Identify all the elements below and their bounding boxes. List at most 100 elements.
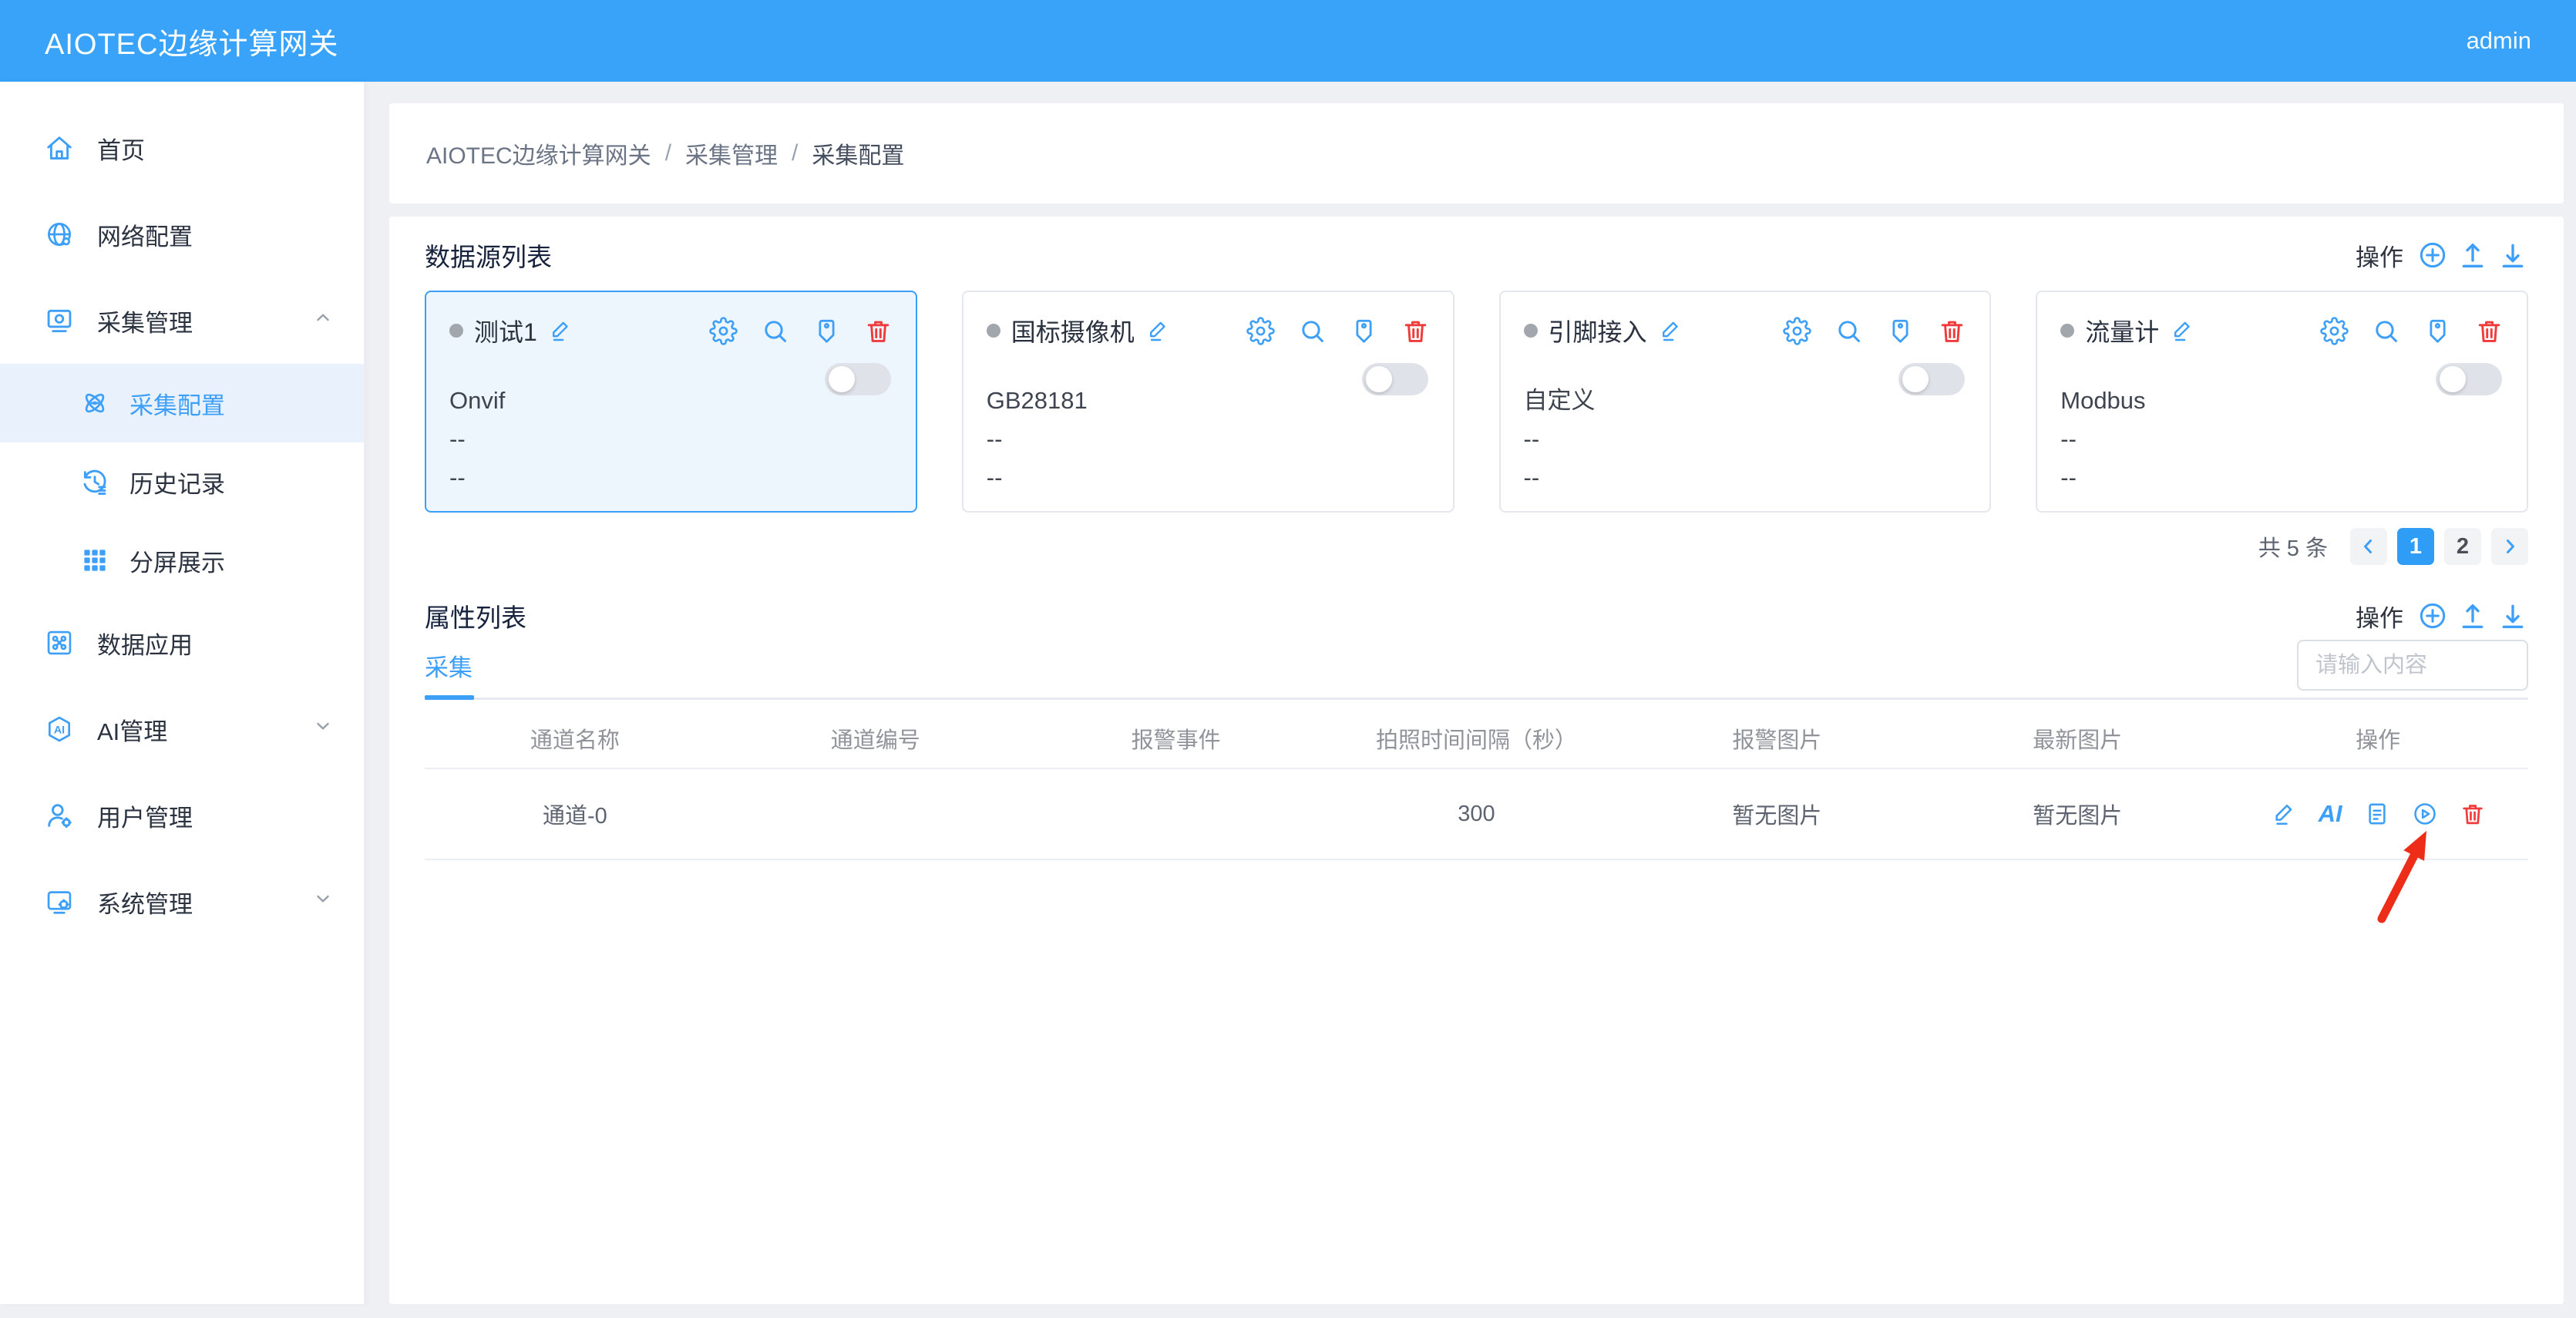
breadcrumb-item[interactable]: 采集管理 — [685, 136, 778, 170]
tab-collection[interactable]: 采集 — [425, 633, 472, 698]
delete-icon[interactable] — [1938, 317, 1966, 345]
search-icon[interactable] — [761, 317, 789, 345]
grid-icon — [80, 546, 109, 575]
attributes-ops: 操作 — [2356, 599, 2528, 634]
delete-icon[interactable] — [864, 317, 893, 345]
tag-icon[interactable] — [812, 317, 841, 345]
sidebar-item-split-screen[interactable]: 分屏展示 — [0, 521, 364, 600]
chevron-down-icon — [311, 714, 335, 744]
download-icon[interactable] — [2497, 240, 2528, 271]
search-icon[interactable] — [2372, 317, 2400, 345]
search-icon[interactable] — [1298, 317, 1327, 345]
attributes-section-head: 属性列表 操作 — [425, 599, 2528, 633]
tag-icon[interactable] — [1350, 317, 1378, 345]
edit-icon[interactable] — [2271, 801, 2297, 827]
attributes-tabs-row: 采集 — [425, 633, 2528, 700]
sidebar-item-label: 用户管理 — [97, 799, 193, 833]
sidebar-item-history[interactable]: 历史记录 — [0, 442, 364, 521]
pagination-prev-button[interactable] — [2350, 528, 2387, 565]
sidebar-item-ai-management[interactable]: AI管理 — [0, 686, 364, 772]
enable-toggle[interactable] — [2436, 363, 2502, 395]
app-title: AIOTEC边缘计算网关 — [45, 20, 338, 62]
tag-icon[interactable] — [1886, 317, 1915, 345]
toggle-knob — [1902, 366, 1929, 392]
datasource-card-flow-meter[interactable]: 流量计 Modbus — [2036, 291, 2528, 513]
sidebar-item-data-application[interactable]: 数据应用 — [0, 600, 364, 686]
document-icon[interactable] — [2364, 801, 2390, 827]
download-icon[interactable] — [2497, 600, 2528, 631]
enable-toggle[interactable] — [1898, 363, 1965, 395]
pagination-next-button[interactable] — [2491, 528, 2528, 565]
app: AIOTEC边缘计算网关 admin 首页 网络配置 采集管理 采集配置 — [0, 0, 2576, 1318]
tag-icon[interactable] — [2423, 317, 2452, 345]
datasource-name: 引脚接入 — [1549, 313, 1647, 348]
detail-line: -- — [1524, 465, 1967, 491]
datasource-card-gb-camera[interactable]: 国标摄像机 GB28181 — [962, 291, 1454, 513]
sidebar-item-system-management[interactable]: 系统管理 — [0, 859, 364, 945]
column-header: 最新图片 — [1927, 722, 2228, 755]
breadcrumb: AIOTEC边缘计算网关 / 采集管理 / 采集配置 — [389, 103, 2564, 203]
upload-icon[interactable] — [2457, 240, 2488, 271]
cell-latest-image: 暂无图片 — [1927, 798, 2228, 830]
network-icon — [45, 220, 74, 249]
detail-line: -- — [987, 465, 1430, 491]
ai-action-button[interactable]: AI — [2319, 800, 2342, 828]
add-datasource-icon[interactable] — [2417, 240, 2448, 271]
sidebar-item-label: AI管理 — [97, 712, 167, 747]
status-dot — [2060, 324, 2074, 338]
datasource-card-pin-access[interactable]: 引脚接入 自定义 — [1499, 291, 1992, 513]
play-icon[interactable] — [2412, 801, 2438, 827]
search-input[interactable] — [2297, 640, 2528, 691]
cell-channel-name: 通道-0 — [425, 798, 725, 830]
edit-icon[interactable] — [2170, 318, 2194, 343]
user-menu[interactable]: admin — [2467, 27, 2531, 55]
breadcrumb-item[interactable]: AIOTEC边缘计算网关 — [426, 136, 651, 170]
delete-icon[interactable] — [2460, 801, 2486, 827]
sidebar-item-collection-config[interactable]: 采集配置 — [0, 364, 364, 442]
settings-icon[interactable] — [2320, 317, 2349, 345]
toggle-knob — [829, 366, 855, 392]
delete-icon[interactable] — [2475, 317, 2504, 345]
sidebar-item-home[interactable]: 首页 — [0, 105, 364, 191]
table-row: 通道-0 300 暂无图片 暂无图片 AI — [425, 769, 2528, 860]
datasource-name: 测试1 — [474, 313, 537, 348]
enable-toggle[interactable] — [825, 363, 891, 395]
column-header: 拍照时间间隔（秒） — [1327, 722, 1627, 755]
datasource-card-test1[interactable]: 测试1 Onvif — [425, 291, 917, 513]
sidebar-item-label: 采集管理 — [97, 304, 193, 338]
sidebar-item-label: 网络配置 — [97, 217, 193, 252]
sidebar-item-label: 系统管理 — [97, 885, 193, 920]
delete-icon[interactable] — [1401, 317, 1430, 345]
edit-icon[interactable] — [1145, 318, 1170, 343]
sidebar-item-user-management[interactable]: 用户管理 — [0, 772, 364, 859]
edit-icon[interactable] — [1658, 318, 1683, 343]
pagination-page-2[interactable]: 2 — [2444, 528, 2481, 565]
upload-icon[interactable] — [2457, 600, 2488, 631]
toggle-knob — [2440, 366, 2466, 392]
datasource-section-head: 数据源列表 操作 — [425, 238, 2528, 272]
status-dot — [1524, 324, 1538, 338]
sidebar-item-label: 历史记录 — [129, 465, 225, 499]
column-header: 报警图片 — [1626, 722, 1927, 755]
search-icon[interactable] — [1834, 317, 1863, 345]
sidebar-item-label: 采集配置 — [129, 386, 225, 421]
edit-icon[interactable] — [548, 318, 573, 343]
attributes-title: 属性列表 — [425, 597, 526, 634]
protocol-label: Modbus — [2060, 388, 2504, 414]
protocol-label: 自定义 — [1524, 388, 1967, 414]
status-dot — [987, 324, 1000, 338]
enable-toggle[interactable] — [1362, 363, 1428, 395]
pagination-page-1[interactable]: 1 — [2397, 528, 2434, 565]
add-attribute-icon[interactable] — [2417, 600, 2448, 631]
settings-icon[interactable] — [1783, 317, 1811, 345]
detail-line: -- — [449, 426, 893, 452]
settings-icon[interactable] — [709, 317, 738, 345]
ops-label: 操作 — [2356, 238, 2403, 273]
datasource-cards: 测试1 Onvif — [425, 291, 2528, 513]
attributes-table-header: 通道名称 通道编号 报警事件 拍照时间间隔（秒） 报警图片 最新图片 操作 — [425, 709, 2528, 769]
sidebar-item-network-config[interactable]: 网络配置 — [0, 191, 364, 277]
sidebar-item-collection-management[interactable]: 采集管理 — [0, 277, 364, 364]
settings-icon[interactable] — [1246, 317, 1275, 345]
sidebar-item-label: 数据应用 — [97, 626, 193, 661]
detail-line: -- — [1524, 426, 1967, 452]
